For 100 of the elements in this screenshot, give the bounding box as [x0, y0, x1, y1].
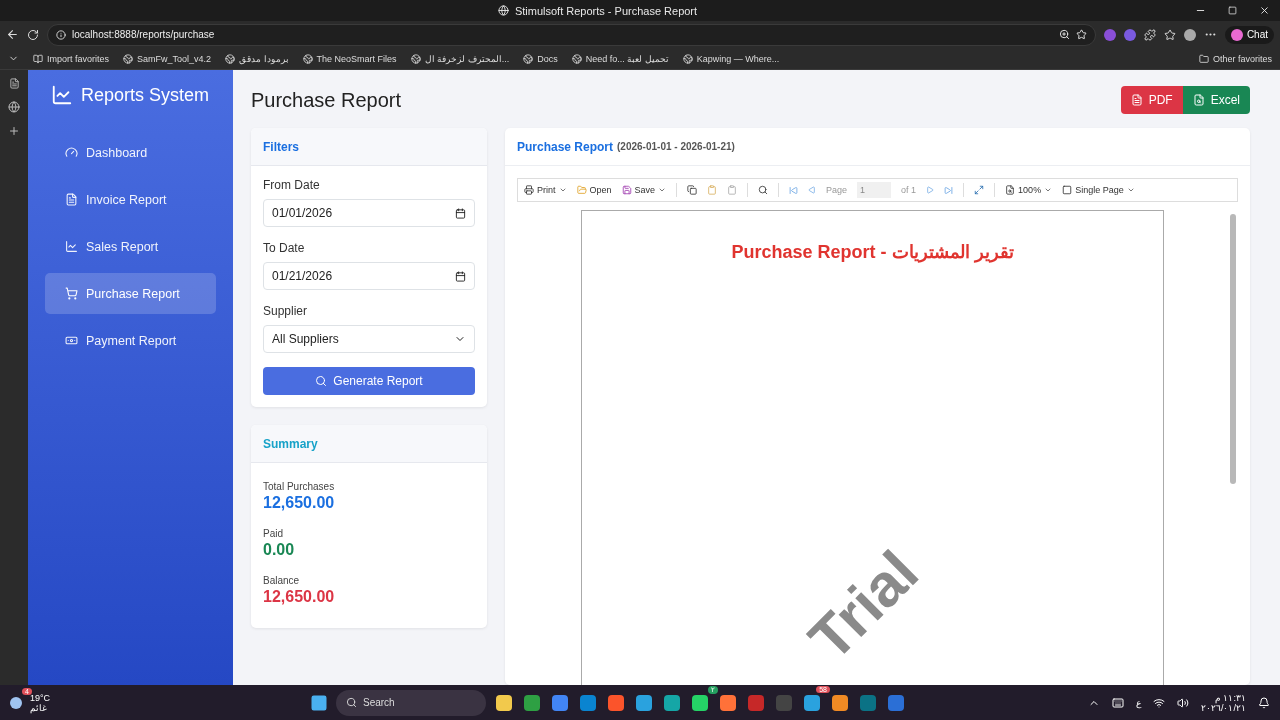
bookmark-link[interactable]: Need fo... تحميل لعبة — [571, 53, 669, 64]
app-icon[interactable] — [664, 694, 680, 711]
bookmark-link[interactable]: Kapwing — Where... — [682, 53, 780, 64]
globe-icon — [523, 53, 534, 64]
generate-button[interactable]: Generate Report — [263, 367, 475, 395]
printer-icon — [524, 185, 534, 195]
print-button[interactable]: Print — [524, 185, 567, 195]
app-icon[interactable] — [720, 694, 736, 711]
card-title: Summary — [251, 425, 487, 463]
sidebar-item[interactable]: Invoice Report — [45, 179, 216, 220]
page-label: Page — [826, 185, 848, 195]
app-icon[interactable] — [524, 694, 540, 711]
sidebar-item[interactable]: Payment Report — [45, 320, 216, 361]
page-icon[interactable] — [8, 78, 20, 89]
sidebar-item[interactable]: Purchase Report — [45, 273, 216, 314]
supplier-select[interactable]: All Suppliers — [263, 325, 475, 353]
add-icon[interactable] — [8, 125, 20, 137]
star-icon[interactable] — [1075, 29, 1087, 40]
globe-icon — [497, 5, 509, 16]
temperature: 19°C — [30, 692, 51, 703]
app-icon[interactable] — [692, 694, 708, 711]
caret-icon — [1126, 186, 1135, 194]
chart-icon — [51, 84, 73, 106]
network-icon[interactable] — [1153, 696, 1165, 709]
summary-label: Balance — [263, 575, 301, 586]
field-label: From Date — [263, 178, 321, 192]
export-button[interactable]: Excel — [1182, 86, 1250, 114]
date-field[interactable]: 01/21/2026 — [263, 262, 475, 290]
scrollbar[interactable] — [1230, 214, 1236, 484]
chat-button[interactable]: Chat — [1224, 25, 1274, 44]
bookmark-link[interactable]: Import favorites — [33, 53, 110, 64]
report-title: Purchase Report - تقرير المشتريات — [731, 241, 1014, 263]
calendar-icon[interactable] — [455, 270, 466, 282]
bookmark-link[interactable]: Docs — [523, 53, 558, 64]
app-icon[interactable] — [636, 694, 652, 711]
summary-label: Total Purchases — [263, 481, 336, 492]
open-button[interactable]: Open — [576, 185, 612, 195]
bookmark-link[interactable]: The NeoSmart Files — [302, 53, 397, 64]
cart-icon — [65, 287, 78, 300]
calendar-icon[interactable] — [455, 207, 466, 219]
app-icon[interactable] — [832, 694, 848, 711]
bookmark-link[interactable]: SamFw_Tool_v4.2 — [123, 53, 212, 64]
copy-icon[interactable] — [687, 185, 698, 195]
date-range: (2026-01-01 - 2026-01-21) — [617, 141, 735, 152]
fullscreen-icon[interactable] — [974, 185, 985, 195]
globe-icon[interactable] — [8, 101, 20, 113]
globe-icon — [410, 53, 421, 64]
globe-icon — [225, 53, 236, 64]
summary-value: 0.00 — [263, 541, 296, 559]
date-field[interactable]: 01/01/2026 — [263, 199, 475, 227]
save-button[interactable]: Save — [621, 185, 667, 195]
maximize-icon[interactable] — [1228, 6, 1237, 15]
bookmark-link[interactable]: المحترف لزخرفة ال... — [410, 53, 510, 64]
app-icon[interactable] — [804, 694, 820, 711]
summary-value: 12,650.00 — [263, 494, 336, 512]
volume-icon[interactable] — [1177, 696, 1189, 709]
zoom-icon[interactable] — [1058, 29, 1070, 40]
clipboard-icon[interactable] — [707, 185, 718, 195]
view-mode-button[interactable]: Single Page — [1062, 185, 1135, 195]
app-icon[interactable] — [496, 694, 512, 711]
info-icon[interactable] — [56, 29, 66, 40]
app-icon[interactable] — [608, 694, 624, 711]
field-label: Supplier — [263, 304, 309, 318]
caret-icon — [658, 186, 667, 194]
clock-date[interactable]: ٢٠٢٦/٠١/٢١ — [1201, 702, 1246, 713]
back-icon[interactable] — [6, 28, 19, 41]
sidebar-item[interactable]: Dashboard — [45, 132, 216, 173]
export-button[interactable]: PDF — [1120, 86, 1183, 114]
keyboard-icon[interactable] — [1112, 696, 1124, 709]
bookmark-link[interactable]: برمودا مدقق — [225, 53, 289, 64]
page-title: Purchase Report — [251, 88, 402, 112]
extensions-icon[interactable] — [1143, 28, 1156, 41]
page-icon — [1062, 185, 1073, 195]
globe-icon — [571, 53, 582, 64]
magnifier-page-icon — [1005, 185, 1016, 195]
profile-avatar[interactable] — [1183, 28, 1196, 41]
clipboard-icon[interactable] — [727, 185, 738, 195]
clock-time[interactable]: ١١:٣١ م — [1214, 692, 1246, 703]
search-icon[interactable] — [758, 185, 769, 195]
favorites-icon[interactable] — [1163, 28, 1176, 41]
notifications-icon[interactable] — [1258, 696, 1270, 709]
taskbar-search[interactable]: Search — [336, 689, 486, 716]
document-icon — [1130, 94, 1143, 106]
globe-icon — [123, 53, 134, 64]
chart-icon — [65, 240, 78, 253]
spreadsheet-icon — [1192, 94, 1205, 106]
zoom-button[interactable]: 100% — [1005, 185, 1053, 195]
card-title: Filters — [251, 128, 487, 166]
folder-icon — [1198, 53, 1209, 64]
app-icon[interactable] — [552, 694, 568, 711]
start-icon[interactable] — [310, 693, 328, 712]
page-count: of 1 — [901, 185, 917, 195]
sidebar-item[interactable]: Sales Report — [45, 226, 216, 267]
reload-icon[interactable] — [27, 28, 39, 41]
search-icon — [315, 375, 328, 387]
close-icon[interactable] — [1259, 5, 1270, 16]
input-language[interactable]: ع — [1136, 697, 1141, 708]
address-field[interactable]: localhost:8888/reports/purchase — [47, 23, 1096, 46]
cash-icon — [65, 334, 78, 347]
other-favorites-link[interactable]: Other favorites — [1198, 53, 1272, 64]
